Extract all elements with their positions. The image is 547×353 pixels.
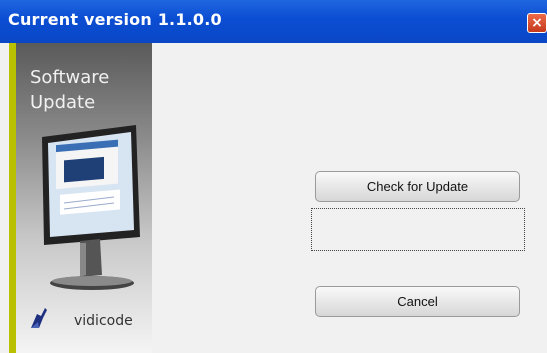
- accent-stripe: [9, 43, 16, 353]
- window-title: Current version 1.1.0.0: [8, 10, 222, 29]
- banner-title-line1: Software: [30, 67, 110, 88]
- vidicode-logo-icon: [31, 308, 47, 328]
- banner-title-line2: Update: [30, 92, 96, 113]
- title-bar[interactable]: Current version 1.1.0.0 ×: [0, 0, 547, 43]
- update-dialog: Current version 1.1.0.0 × Software Updat…: [0, 0, 547, 353]
- cancel-button[interactable]: Cancel: [315, 286, 520, 317]
- close-icon: ×: [531, 15, 543, 31]
- banner-panel: Software Update vidicode: [16, 43, 152, 353]
- close-button[interactable]: ×: [527, 13, 547, 33]
- brand-name: vidicode: [74, 313, 133, 329]
- dialog-body: Software Update vidicode Check for Updat…: [0, 43, 547, 353]
- banner-title: Software Update: [30, 65, 109, 115]
- focus-indicator: [311, 208, 525, 251]
- monitor-icon: [42, 125, 140, 290]
- check-for-update-button[interactable]: Check for Update: [315, 171, 520, 202]
